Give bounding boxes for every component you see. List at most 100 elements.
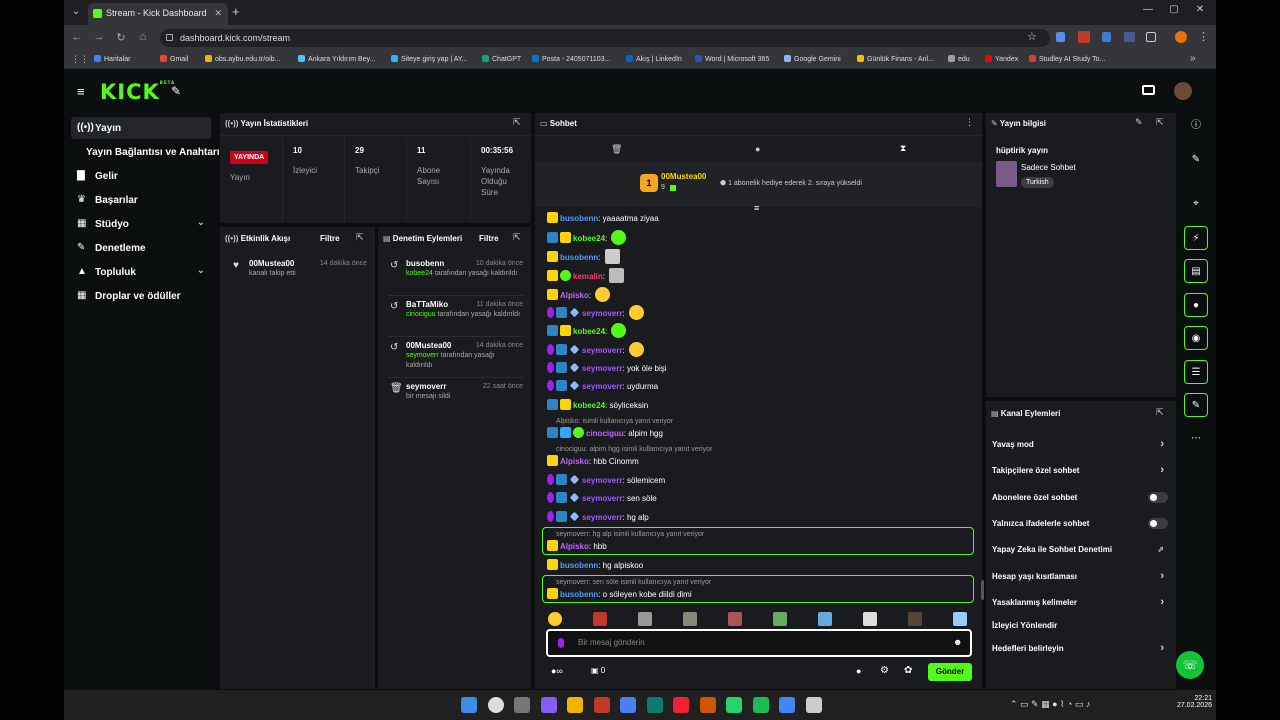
chat-username[interactable]: busobenn: [560, 253, 598, 262]
chat-username[interactable]: kobee24: [573, 327, 605, 336]
browser-tab[interactable]: Stream - Kick Dashboard ✕: [88, 3, 228, 25]
search-icon[interactable]: [487, 697, 504, 713]
file-explorer-icon[interactable]: [567, 697, 583, 713]
maximize-icon[interactable]: ▢: [1164, 4, 1184, 15]
channel-action-item[interactable]: Yapay Zeka ile Sohbet Denetimi ⇗: [992, 545, 1172, 554]
sidebar-item-7[interactable]: ▲ Topluluk ⌄: [71, 261, 211, 283]
store-icon[interactable]: [593, 697, 610, 713]
moderation-item[interactable]: ↺ busobenn 10 dakika önce kobee24 tarafında…: [388, 259, 523, 296]
bookmark-item[interactable]: Studley AI Study To...: [1029, 55, 1105, 63]
back-icon[interactable]: ←: [70, 31, 84, 43]
lightning-icon[interactable]: ⚡: [1184, 226, 1208, 250]
bookmark-item[interactable]: Haritalar: [94, 55, 130, 63]
chat-username[interactable]: cinociguu: [586, 429, 624, 438]
chat-username[interactable]: seymoverr: [582, 309, 622, 318]
pinned-user[interactable]: 00Mustea00: [661, 172, 706, 181]
settings-gear-icon[interactable]: ⚙: [880, 665, 889, 676]
actions-popout-icon[interactable]: ⇱: [1156, 407, 1164, 418]
emote-option-icon[interactable]: [953, 612, 967, 626]
chat-bubble-icon[interactable]: ●: [755, 144, 760, 154]
emote-option-icon[interactable]: [638, 612, 652, 626]
channel-action-item[interactable]: İzleyici Yönlendir: [992, 621, 1172, 630]
chat-message[interactable]: kobee24:: [547, 323, 627, 339]
kick-logo[interactable]: KICKBETA: [100, 80, 175, 104]
chat-username[interactable]: seymoverr: [582, 494, 622, 503]
moderation-filter-button[interactable]: Filtre: [479, 234, 499, 243]
chat-message[interactable]: Alpisko: hbb Cinomm: [547, 454, 639, 470]
hammer-tool-icon[interactable]: ✎: [171, 84, 181, 98]
stream-preview-icon[interactable]: [1142, 85, 1155, 95]
chat-username[interactable]: kemalin: [573, 272, 603, 281]
bookmark-item[interactable]: Word | Microsoft 365: [695, 55, 769, 63]
channel-action-item[interactable]: Yavaş mod ›: [992, 438, 1172, 450]
share-icon[interactable]: ⋯: [1184, 427, 1208, 451]
steam-icon[interactable]: [805, 697, 822, 713]
emote-option-icon[interactable]: [683, 612, 697, 626]
reload-icon[interactable]: ↻: [114, 31, 128, 44]
bookmark-item[interactable]: edu: [948, 55, 970, 63]
channel-action-item[interactable]: Hedefleri belirleyin ›: [992, 642, 1172, 654]
chat-username[interactable]: busobenn: [560, 214, 598, 223]
whatsapp-icon[interactable]: [726, 697, 742, 713]
chat-username[interactable]: seymoverr: [582, 364, 622, 373]
clock[interactable]: 22:21 27.02.2026: [1168, 695, 1212, 709]
trash-icon[interactable]: 🗑: [611, 144, 622, 155]
chat-message[interactable]: cinociguu: alpim hgg: [547, 426, 663, 442]
category-name[interactable]: Sadece Sohbet: [1021, 163, 1076, 172]
chat-icon[interactable]: ●: [1184, 293, 1208, 317]
chat-username[interactable]: seymoverr: [582, 476, 622, 485]
word-icon[interactable]: [620, 697, 636, 713]
sidebar-item-2[interactable]: Yayın Bağlantısı ve Anahtarı: [71, 141, 220, 163]
popout-icon[interactable]: ⇱: [513, 117, 521, 128]
hamburger-menu-icon[interactable]: ≡: [77, 84, 85, 99]
channel-action-item[interactable]: Hesap yaşı kısıtlaması ›: [992, 570, 1172, 582]
chat-message[interactable]: seymoverr:: [547, 342, 644, 358]
info-icon[interactable]: ⓘ: [1184, 114, 1208, 138]
system-tray-icons[interactable]: ⌃ ▭ ✎ ▦ ● ⌇ ◔ ▭ ♪: [1010, 699, 1090, 710]
moderation-popout-icon[interactable]: ⇱: [513, 232, 521, 243]
moderation-item[interactable]: ↺ 00Mustea00 14 dakika önce seymoverr taraf…: [388, 341, 523, 378]
minimize-icon[interactable]: —: [1138, 4, 1158, 15]
chat-username[interactable]: Alpisko: [560, 542, 589, 551]
copilot-icon[interactable]: [540, 697, 557, 713]
chat-message[interactable]: busobenn: hg alpiskoo: [547, 558, 643, 574]
chat-message[interactable]: seymoverr:: [547, 305, 644, 321]
apps-grid-icon[interactable]: ⋮⋮: [71, 54, 89, 65]
sidebar-item-5[interactable]: ▦ Stüdyo ⌄: [71, 213, 211, 235]
bookmark-item[interactable]: Ankara Yıldırım Bey...: [298, 55, 375, 63]
collapse-pinned-icon[interactable]: ≡: [754, 203, 759, 213]
channel-action-item[interactable]: Abonelere özel sohbet: [992, 492, 1172, 503]
emote-option-icon[interactable]: [593, 612, 607, 626]
bookmark-item[interactable]: Akış | LinkedIn: [626, 55, 682, 63]
chat-menu-icon[interactable]: ⋮: [965, 117, 974, 128]
chat-message[interactable]: seymoverr: hg alp: [547, 510, 649, 526]
broadcast-rail-icon[interactable]: ◉: [1184, 326, 1208, 350]
chat-username[interactable]: Alpisko: [560, 291, 589, 300]
bookmarks-overflow-icon[interactable]: »: [1190, 53, 1196, 64]
chat-message[interactable]: seymoverr: sen söle: [547, 491, 657, 507]
hourglass-icon[interactable]: ⧗: [900, 143, 906, 154]
close-window-icon[interactable]: ✕: [1190, 4, 1210, 15]
red-extension-icon[interactable]: [1078, 31, 1090, 43]
opera-icon[interactable]: [673, 697, 689, 713]
start-icon[interactable]: [461, 697, 477, 713]
url-field[interactable]: dashboard.kick.com/stream: [160, 29, 1050, 47]
focus-icon[interactable]: ⌖: [1184, 192, 1208, 216]
wrench-icon[interactable]: ✎: [1184, 393, 1208, 417]
bookmark-item[interactable]: Google Gemini: [784, 55, 841, 63]
forward-icon[interactable]: →: [92, 31, 106, 43]
chat-scrollbar[interactable]: [981, 580, 984, 600]
chat-message[interactable]: kemalin:: [547, 268, 625, 284]
toggle-switch[interactable]: [1148, 492, 1168, 503]
chat-username[interactable]: busobenn: [560, 561, 598, 570]
send-button[interactable]: Gönder: [928, 663, 972, 681]
chat-message[interactable]: kobee24:: [547, 230, 627, 246]
chat-username[interactable]: seymoverr: [582, 346, 622, 355]
info-popout-icon[interactable]: ⇱: [1156, 117, 1164, 128]
chat-message[interactable]: Alpisko:: [547, 287, 611, 303]
spotify-icon[interactable]: [752, 697, 769, 713]
pencil-icon[interactable]: ✎: [1184, 148, 1208, 172]
chat-username[interactable]: seymoverr: [582, 513, 622, 522]
bookmark-item[interactable]: Siteye giriş yap | AY...: [391, 55, 468, 63]
chat-message[interactable]: kobee24: söyliceksin: [547, 398, 648, 414]
